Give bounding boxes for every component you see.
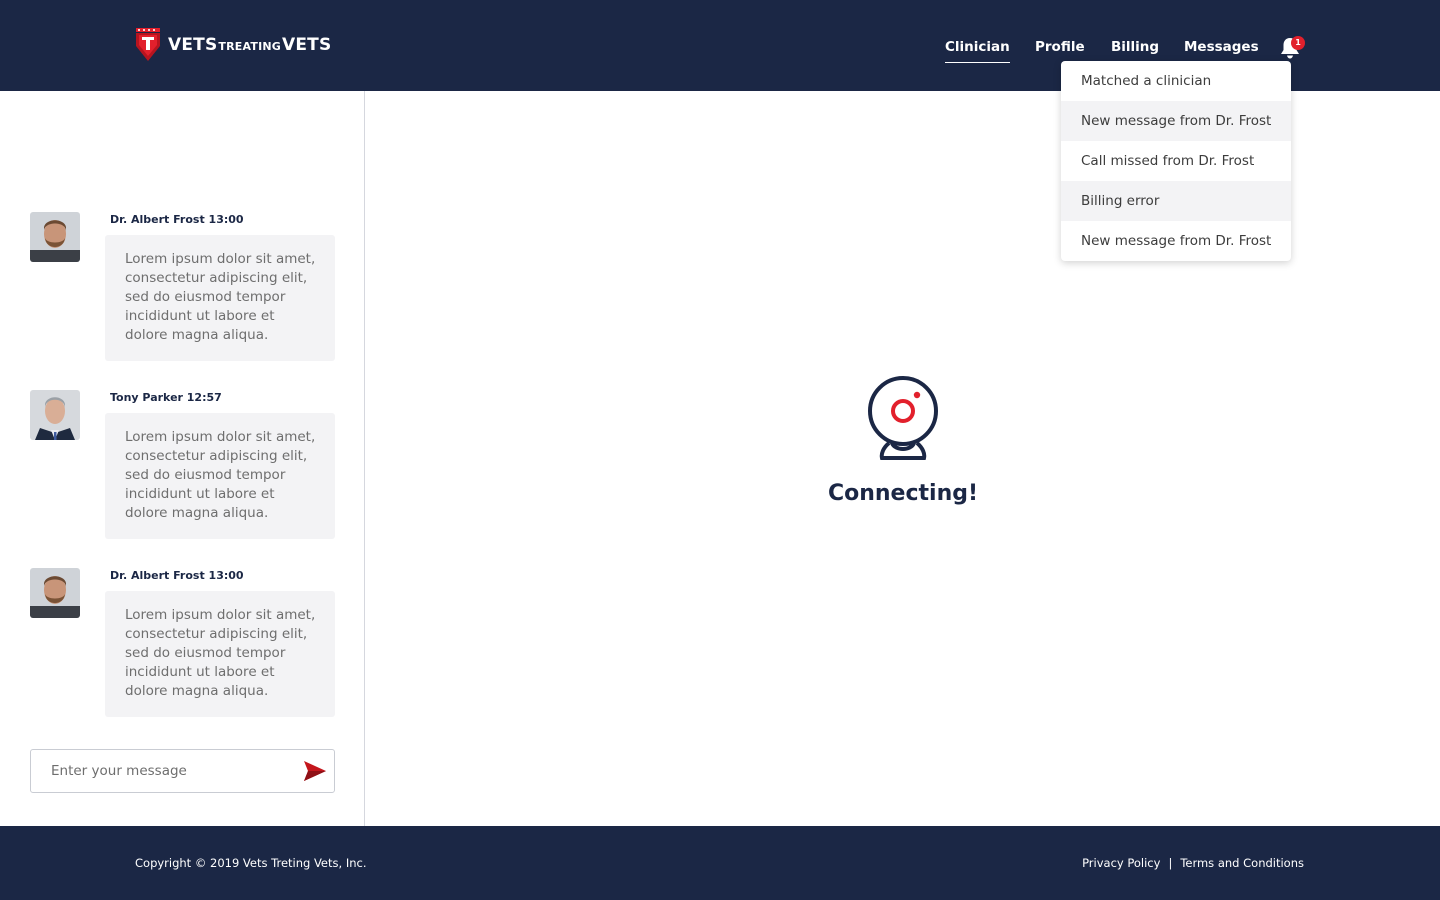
brand-logo[interactable]: VETS TREATING VETS bbox=[134, 28, 331, 62]
patient-avatar bbox=[30, 390, 80, 440]
doctor-avatar bbox=[30, 212, 80, 262]
notifications-dropdown: Matched a clinician New message from Dr.… bbox=[1061, 61, 1291, 261]
footer-separator: | bbox=[1168, 856, 1173, 870]
logo-text-vets: VETS bbox=[168, 35, 218, 55]
shield-logo-icon bbox=[136, 28, 160, 61]
message-author-time: Dr. Albert Frost 13:00 bbox=[110, 213, 244, 226]
notification-item[interactable]: New message from Dr. Frost bbox=[1061, 221, 1291, 261]
message-author-time: Dr. Albert Frost 13:00 bbox=[110, 569, 244, 582]
notification-item[interactable]: Billing error bbox=[1061, 181, 1291, 221]
webcam-icon bbox=[866, 374, 940, 462]
doctor-avatar-icon bbox=[30, 568, 80, 618]
notification-item[interactable]: Call missed from Dr. Frost bbox=[1061, 141, 1291, 181]
connection-status: Connecting! bbox=[827, 481, 979, 506]
doctor-avatar-icon bbox=[30, 212, 80, 262]
logo-text-vets-2: VETS bbox=[282, 35, 332, 55]
footer: Copyright © 2019 Vets Treting Vets, Inc.… bbox=[0, 826, 1440, 900]
nav-profile[interactable]: Profile bbox=[1035, 39, 1085, 63]
send-button[interactable] bbox=[303, 760, 327, 782]
nav-messages[interactable]: Messages bbox=[1184, 39, 1259, 63]
footer-links: Privacy Policy | Terms and Conditions bbox=[1082, 856, 1304, 870]
copyright-text: Copyright © 2019 Vets Treting Vets, Inc. bbox=[135, 856, 367, 870]
notification-count-badge: 1 bbox=[1291, 36, 1305, 50]
message-composer bbox=[30, 749, 335, 793]
doctor-avatar bbox=[30, 568, 80, 618]
nav-billing[interactable]: Billing bbox=[1111, 39, 1159, 63]
nav-clinician[interactable]: Clinician bbox=[945, 39, 1010, 63]
privacy-policy-link[interactable]: Privacy Policy bbox=[1082, 856, 1160, 870]
message-bubble: Lorem ipsum dolor sit amet, consectetur … bbox=[105, 413, 335, 539]
message-input[interactable] bbox=[31, 750, 291, 792]
notification-item[interactable]: Matched a clinician bbox=[1061, 61, 1291, 101]
message-author-time: Tony Parker 12:57 bbox=[110, 391, 222, 404]
logo-text-treating: TREATING bbox=[218, 40, 281, 53]
terms-link[interactable]: Terms and Conditions bbox=[1180, 856, 1304, 870]
message-bubble: Lorem ipsum dolor sit amet, consectetur … bbox=[105, 235, 335, 361]
send-icon bbox=[304, 761, 326, 781]
notification-item[interactable]: New message from Dr. Frost bbox=[1061, 101, 1291, 141]
brand-wordmark: VETS TREATING VETS bbox=[168, 35, 331, 55]
patient-avatar-icon bbox=[30, 390, 80, 440]
chat-panel: Dr. Albert Frost 13:00 Lorem ipsum dolor… bbox=[0, 91, 365, 826]
message-bubble: Lorem ipsum dolor sit amet, consectetur … bbox=[105, 591, 335, 717]
